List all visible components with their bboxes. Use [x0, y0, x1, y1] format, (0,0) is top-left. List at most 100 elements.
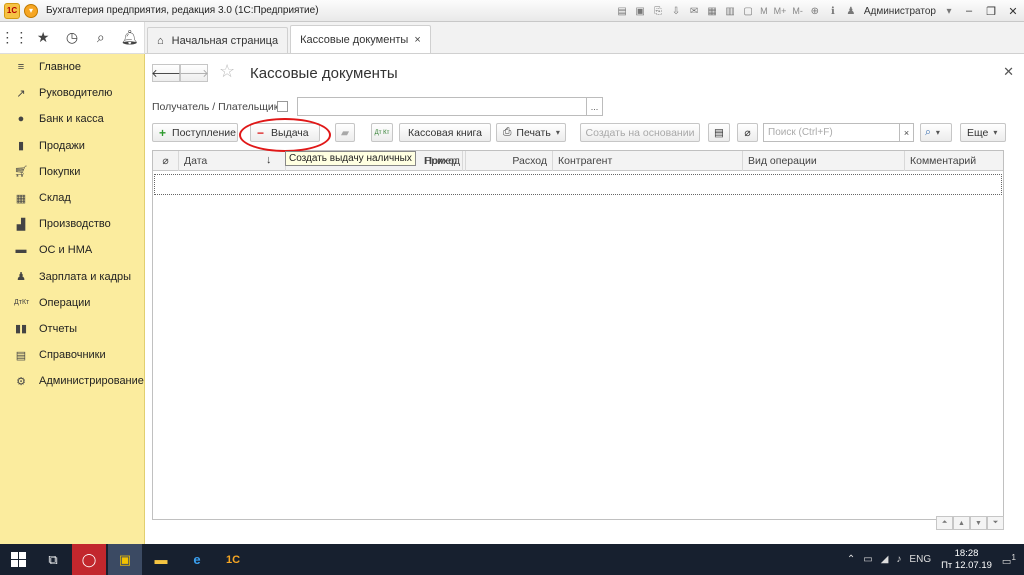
- user-name[interactable]: Администратор: [864, 6, 936, 17]
- clipboard-icon[interactable]: ▢: [741, 4, 755, 18]
- sidebar-item-sales[interactable]: ▮ Продажи: [0, 133, 144, 159]
- column-comment[interactable]: Комментарий: [905, 151, 1003, 171]
- search-clear-icon[interactable]: ×: [900, 123, 914, 142]
- sidebar-item-operations[interactable]: ДтКт Операции: [0, 290, 144, 316]
- app-logo: 1С: [4, 2, 20, 19]
- table-row[interactable]: [154, 174, 1002, 195]
- print-button[interactable]: ⎙ Печать ▾: [496, 123, 566, 142]
- table-header: ⌀ Дата Номер Приход Расход Контрагент Ви…: [153, 151, 1003, 171]
- counterparty-pick-button[interactable]: ...: [587, 97, 603, 116]
- counterparty-filter-checkbox[interactable]: [277, 101, 288, 112]
- archive-app-icon[interactable]: ▣: [108, 544, 142, 575]
- link-icon[interactable]: ⎘: [651, 4, 665, 18]
- scroll-up-icon[interactable]: ▲: [953, 516, 970, 530]
- report-structure-button[interactable]: ▤: [708, 123, 730, 142]
- sidebar-item-purchases[interactable]: 🛒︎ Покупки: [0, 159, 144, 185]
- highlight-ellipse: [239, 118, 331, 152]
- back-button[interactable]: 🡐: [151, 64, 181, 82]
- search-icon[interactable]: ⌕: [86, 22, 115, 54]
- sidebar-item-admin[interactable]: ⚙ Администрирование: [0, 368, 144, 394]
- start-button[interactable]: [0, 544, 36, 575]
- user-icon: ♟: [846, 5, 856, 17]
- column-expense[interactable]: Расход: [466, 151, 553, 171]
- favorites-star-icon[interactable]: ★: [29, 22, 58, 54]
- task-view-icon[interactable]: ⧉: [36, 544, 70, 575]
- search-options-button[interactable]: ⌕ ▾: [920, 123, 952, 142]
- notifications-icon[interactable]: ▭1: [1002, 552, 1016, 567]
- system-tray: ⌃ ▭ ◢ ♪ ENG 18:28 Пт 12.07.19 ▭1: [843, 544, 1024, 575]
- file-explorer-icon[interactable]: ▬: [144, 544, 178, 575]
- history-icon[interactable]: ◷: [58, 22, 87, 54]
- print-label: Печать: [516, 126, 551, 139]
- sections-sidebar: ≡ Главное ↗ Руководителю ● Банк и касса ▮ Пр…: [0, 54, 145, 544]
- sidebar-item-manager[interactable]: ↗ Руководителю: [0, 80, 144, 106]
- 1c-app-icon[interactable]: 1С: [216, 544, 250, 575]
- language-indicator[interactable]: ENG: [909, 554, 931, 565]
- favorite-star-icon[interactable]: ☆: [219, 61, 235, 82]
- menu-chevron-icon[interactable]: ▾: [942, 4, 956, 18]
- sidebar-item-reports[interactable]: ▮▮ Отчеты: [0, 316, 144, 342]
- column-counterparty[interactable]: Контрагент: [553, 151, 743, 171]
- create-based-on-button[interactable]: Создать на основании: [580, 123, 700, 142]
- sidebar-item-production[interactable]: ▟ Производство: [0, 211, 144, 237]
- info-icon[interactable]: ℹ: [826, 4, 840, 18]
- cash-book-button[interactable]: Кассовая книга: [399, 123, 491, 142]
- minimize-button[interactable]: –: [958, 2, 980, 20]
- dt-kt-button[interactable]: Дт Кт: [371, 123, 393, 142]
- zoom-icon[interactable]: ⊕: [808, 4, 822, 18]
- sidebar-item-salary[interactable]: ♟ Зарплата и кадры: [0, 264, 144, 290]
- calendar-icon[interactable]: ▥: [723, 4, 737, 18]
- counterparty-filter-input[interactable]: [297, 97, 587, 116]
- attach-files-button[interactable]: ⌀: [737, 123, 758, 142]
- sidebar-item-references[interactable]: ▤ Справочники: [0, 342, 144, 368]
- sidebar-item-main[interactable]: ≡ Главное: [0, 54, 144, 80]
- main-menu-button[interactable]: ▾: [24, 3, 38, 18]
- memory-minus-button[interactable]: M-: [792, 6, 803, 16]
- print-icon[interactable]: ▤: [615, 4, 629, 18]
- column-operation-type[interactable]: Вид операции: [743, 151, 905, 171]
- scroll-down-icon[interactable]: ▼: [970, 516, 987, 530]
- clock[interactable]: 18:28 Пт 12.07.19: [941, 548, 992, 572]
- post-documents-button[interactable]: ▰: [335, 123, 355, 142]
- more-button[interactable]: Еще ▾: [960, 123, 1006, 142]
- tab-close-icon[interactable]: ×: [414, 34, 420, 46]
- close-button[interactable]: ✕: [1002, 2, 1024, 20]
- trend-icon: ↗: [16, 87, 26, 100]
- attachment-column-icon[interactable]: ⌀: [153, 151, 179, 171]
- windows-taskbar: ⧉ ◯ ▣ ▬ e 1С ⌃ ▭ ◢ ♪ ENG 18:28 Пт 12.07.…: [0, 544, 1024, 575]
- tab-home-label: Начальная страница: [171, 34, 279, 47]
- download-icon[interactable]: ⇩: [669, 4, 683, 18]
- volume-icon[interactable]: ♪: [896, 554, 901, 565]
- forward-button[interactable]: 🡒: [179, 64, 209, 82]
- scroll-first-icon[interactable]: ⏶: [936, 516, 953, 530]
- plus-icon: +: [159, 125, 167, 140]
- save-icon[interactable]: ▣: [633, 4, 647, 18]
- show-hidden-icons-icon[interactable]: ⌃: [847, 554, 855, 565]
- coins-icon: ●: [17, 113, 25, 126]
- email-icon[interactable]: ✉: [687, 4, 701, 18]
- tab-home[interactable]: ⌂ Начальная страница: [147, 27, 289, 53]
- form-close-icon[interactable]: ✕: [1003, 64, 1014, 80]
- bar-chart-icon: ▮▮: [14, 323, 28, 336]
- apps-grid-icon[interactable]: ⋮⋮: [0, 22, 29, 54]
- calculator-icon[interactable]: ▦: [705, 4, 719, 18]
- scroll-last-icon[interactable]: ⏷: [987, 516, 1004, 530]
- dt-kt-icon: ДтКт: [14, 299, 30, 307]
- battery-icon[interactable]: ▭: [863, 554, 872, 565]
- sidebar-item-warehouse[interactable]: ▦ Склад: [0, 185, 144, 211]
- sidebar-item-assets[interactable]: ▬ ОС и НМА: [0, 237, 144, 263]
- tab-cash-documents[interactable]: Кассовые документы ×: [290, 25, 431, 53]
- internet-explorer-icon[interactable]: e: [180, 544, 214, 575]
- sidebar-item-bank[interactable]: ● Банк и касса: [0, 106, 144, 132]
- memory-button[interactable]: M: [760, 6, 768, 16]
- bell-icon[interactable]: 🔔︎: [115, 22, 144, 54]
- clock-date: Пт 12.07.19: [941, 559, 992, 571]
- network-icon[interactable]: ◢: [881, 554, 889, 565]
- opera-icon[interactable]: ◯: [72, 544, 106, 575]
- search-input[interactable]: Поиск (Ctrl+F): [763, 123, 900, 142]
- memory-plus-button[interactable]: M+: [774, 6, 787, 16]
- receipt-button[interactable]: + Поступление: [152, 123, 238, 142]
- documents-table: ⌀ Дата Номер Приход Расход Контрагент Ви…: [152, 150, 1004, 520]
- counterparty-filter-label: Получатель / Плательщик:: [152, 101, 282, 113]
- maximize-button[interactable]: ❐: [980, 2, 1002, 20]
